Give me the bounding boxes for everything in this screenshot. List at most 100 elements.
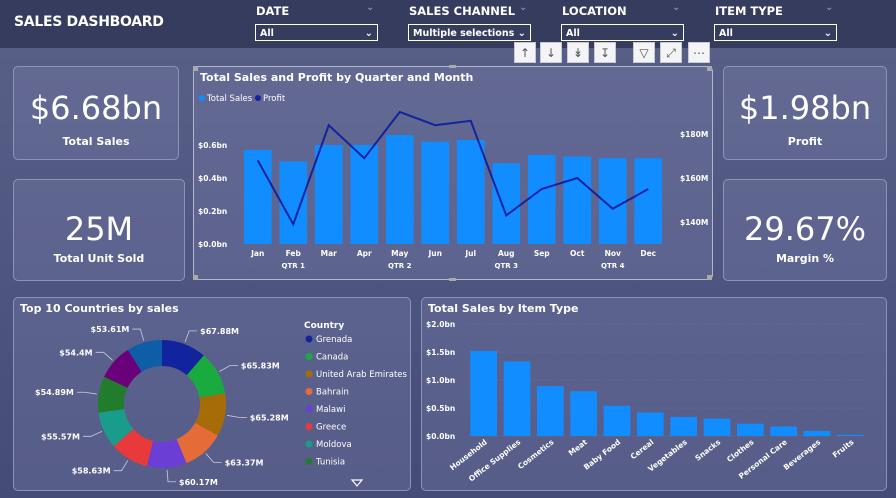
- resize-handle[interactable]: [707, 275, 712, 280]
- more-options-icon[interactable]: ⋯: [688, 42, 710, 63]
- donut-data-label: $60.17M: [179, 478, 218, 487]
- item-type-panel[interactable]: Total Sales by Item Type $0.0bn $0.5bn $1.…: [421, 297, 887, 491]
- bar-item-sales: [470, 350, 497, 436]
- margin-value: 29.67%: [743, 210, 866, 248]
- sales-profit-chart-panel[interactable]: Total Sales and Profit by Quarter and Mo…: [193, 66, 713, 280]
- legend-marker: [305, 440, 313, 448]
- legend-item: United Arab Emirates: [316, 370, 408, 380]
- resize-handle[interactable]: [707, 66, 712, 71]
- legend-item: Moldova: [316, 440, 352, 450]
- legend-marker-profit: [255, 95, 261, 101]
- bar-total-sales: [634, 158, 663, 244]
- legend-label-profit: Profit: [263, 94, 286, 104]
- date-slicer-collapse-icon[interactable]: ⌄: [366, 2, 374, 13]
- y2-tick-label: $140M: [680, 218, 708, 227]
- location-slicer-value: All: [566, 28, 580, 39]
- x-tick-label: Feb: [286, 249, 302, 258]
- y2-tick-label: $160M: [680, 174, 708, 183]
- expand-hierarchy-icon[interactable]: ↧: [594, 42, 616, 63]
- x-tick-label: Snacks: [693, 437, 722, 463]
- go-to-next-level-icon[interactable]: ↡: [567, 42, 589, 63]
- profit-card[interactable]: $1.98bn Profit: [723, 66, 887, 160]
- x-tick-label: Aug: [498, 249, 515, 258]
- legend-marker: [305, 370, 313, 378]
- resize-handle[interactable]: [193, 275, 198, 280]
- top-countries-panel[interactable]: Top 10 Countries by sales $67.88M $65.83M…: [13, 297, 411, 491]
- chevron-down-icon: ⌄: [823, 28, 832, 39]
- bar-total-sales: [456, 140, 485, 244]
- y-tick-label: $0.6bn: [198, 141, 227, 150]
- donut-data-label: $65.28M: [250, 413, 289, 422]
- y-tick-label: $0.0bn: [198, 240, 227, 249]
- bar-total-sales: [279, 161, 308, 244]
- date-slicer-label: DATE: [256, 4, 290, 18]
- profit-value: $1.98bn: [738, 89, 872, 127]
- location-slicer-dropdown[interactable]: All ⌄: [561, 24, 684, 41]
- donut-data-label: $53.61M: [91, 325, 130, 334]
- resize-handle[interactable]: [449, 278, 456, 281]
- donut-leader-line: [166, 469, 177, 483]
- quarter-label: QTR 4: [601, 262, 625, 270]
- total-units-label: Total Unit Sold: [53, 252, 145, 265]
- drill-up-icon[interactable]: ↑: [514, 42, 536, 63]
- donut-leader-line: [205, 453, 222, 463]
- bar-item-sales: [637, 412, 664, 436]
- quarter-label: QTR 2: [388, 262, 412, 270]
- legend-label-total-sales: Total Sales: [206, 94, 253, 104]
- donut-leader-line: [184, 330, 198, 343]
- donut-leader-line: [76, 391, 97, 395]
- resize-handle[interactable]: [449, 65, 456, 68]
- legend-marker: [305, 353, 313, 360]
- donut-leader-line: [95, 351, 113, 361]
- bar-item-sales: [537, 386, 564, 436]
- y-tick-label: $0.5bn: [426, 404, 455, 413]
- sales-profit-combo-chart: Total Sales Profit $0.0bn $0.2bn $0.4bn $0.6b…: [198, 94, 708, 270]
- total-units-card[interactable]: 25M Total Unit Sold: [13, 179, 185, 281]
- total-sales-card[interactable]: $6.68bn Total Sales: [13, 66, 179, 160]
- x-tick-label: Clothes: [725, 437, 756, 464]
- legend-marker: [305, 405, 313, 413]
- y-tick-label: $2.0bn: [426, 320, 455, 329]
- x-tick-label: Meat: [567, 437, 590, 457]
- sales-channel-slicer-dropdown[interactable]: Multiple selections ⌄: [408, 24, 531, 41]
- x-tick-label: Baby Food: [582, 437, 622, 471]
- focus-mode-icon[interactable]: ⤢: [660, 42, 682, 63]
- y-tick-label: $0.0bn: [426, 432, 455, 441]
- item-type-slicer-collapse-icon[interactable]: ⌄: [825, 2, 833, 13]
- x-tick-label: Cosmetics: [516, 437, 556, 471]
- date-slicer-value: All: [260, 28, 274, 39]
- margin-card[interactable]: 29.67% Margin %: [723, 179, 887, 281]
- donut-data-label: $55.57M: [41, 432, 80, 441]
- x-tick-label: May: [391, 249, 408, 258]
- total-units-value: 25M: [64, 210, 134, 248]
- x-tick-label: Jan: [250, 249, 264, 258]
- quarter-label: QTR 3: [495, 262, 519, 270]
- item-type-slicer-dropdown[interactable]: All ⌄: [714, 24, 837, 41]
- legend-item: Grenada: [316, 335, 352, 345]
- bar-item-sales: [837, 434, 864, 436]
- y2-tick-label: $180M: [680, 130, 708, 139]
- x-tick-label: Mar: [321, 249, 338, 258]
- legend-marker: [305, 423, 313, 430]
- legend-item: Bahrain: [316, 388, 349, 398]
- resize-handle[interactable]: [193, 66, 198, 71]
- legend-scroll-down-icon: [350, 479, 364, 487]
- sales-channel-slicer-value: Multiple selections: [413, 28, 515, 39]
- x-tick-label: Nov: [605, 249, 621, 258]
- drill-down-icon[interactable]: ↓: [540, 42, 562, 63]
- filter-icon[interactable]: ▽: [633, 42, 655, 63]
- sales-channel-slicer-collapse-icon[interactable]: ⌄: [519, 2, 527, 13]
- chevron-down-icon: ⌄: [517, 28, 526, 39]
- x-tick-label: Jul: [464, 249, 476, 258]
- location-slicer-collapse-icon[interactable]: ⌄: [672, 2, 680, 13]
- sales-channel-slicer-label: SALES CHANNEL: [409, 4, 516, 18]
- x-tick-label: Cereal: [629, 437, 656, 461]
- legend-title: Country: [304, 321, 344, 331]
- bar-total-sales: [527, 154, 556, 244]
- legend-item: Canada: [316, 353, 348, 363]
- donut-data-label: $54.4M: [59, 348, 92, 357]
- top-countries-donut-chart: $67.88M $65.83M $65.28M $63.37M $60.17M $58.6…: [35, 321, 408, 487]
- date-slicer-dropdown[interactable]: All ⌄: [255, 24, 378, 41]
- x-tick-label: Jun: [428, 249, 442, 258]
- legend-item: Tunisia: [315, 458, 345, 468]
